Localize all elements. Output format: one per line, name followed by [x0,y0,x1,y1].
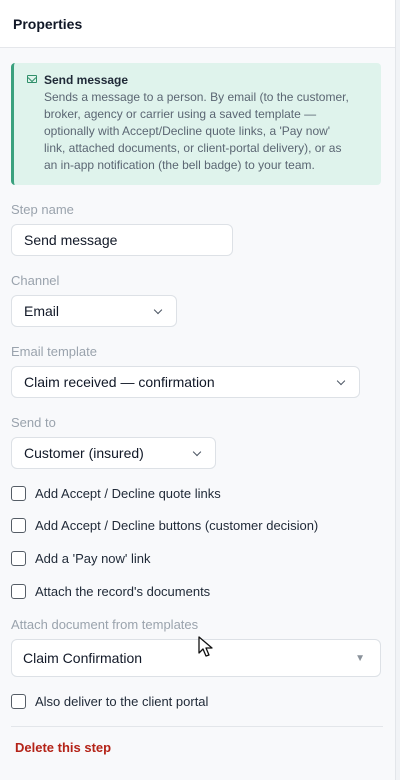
channel-label: Channel [11,273,60,288]
chevron-down-icon [153,305,163,314]
decision-buttons-checkbox[interactable] [11,518,26,533]
channel-value: Email [24,303,60,319]
quote-links-checkbox[interactable] [11,486,26,501]
attach-documents-checkbox[interactable] [11,584,26,599]
send-to-select[interactable]: Customer (insured) [11,437,216,469]
step-name-input[interactable]: Send message [11,224,233,256]
option-quote-links[interactable]: Add Accept / Decline quote links [11,486,221,501]
info-description-line: broker, agency or carrier using a saved … [44,107,317,121]
divider [11,726,383,727]
info-description-line: link, attached documents, or client-port… [44,141,342,155]
option-client-portal[interactable]: Also deliver to the client portal [11,694,208,709]
step-name-value: Send message [24,232,118,248]
delete-step-button[interactable]: Delete this step [15,740,111,755]
option-label: Add Accept / Decline quote links [35,486,221,501]
email-template-select[interactable]: Claim received — confirmation [11,366,360,398]
attach-template-value: Claim Confirmation [23,650,143,666]
info-description-line: optionally with Accept/Decline quote lin… [44,124,331,138]
option-label: Add Accept / Decline buttons (customer d… [35,518,319,533]
email-template-label: Email template [11,344,97,359]
properties-panel: Properties Send message Sends a message … [0,0,396,780]
chevron-down-icon [336,376,346,385]
pay-now-checkbox[interactable] [11,551,26,566]
info-title: Send message [44,73,129,87]
mouse-cursor-icon [198,636,213,657]
mail-icon [27,75,37,83]
option-pay-now-link[interactable]: Add a 'Pay now' link [11,551,151,566]
panel-title: Properties [0,0,395,48]
option-attach-documents[interactable]: Attach the record's documents [11,584,210,599]
attach-template-label: Attach document from templates [11,617,199,632]
step-info-callout: Send message Sends a message to a person… [11,63,381,185]
option-label: Attach the record's documents [35,584,211,599]
option-label: Add a 'Pay now' link [35,551,151,566]
client-portal-checkbox[interactable] [11,694,26,709]
channel-select[interactable]: Email [11,295,177,327]
send-to-label: Send to [11,415,56,430]
email-template-value: Claim received — confirmation [24,374,215,390]
info-description-line: an in-app notification (the bell badge) … [44,158,315,172]
info-description-line: Sends a message to a person. By email (t… [44,90,349,104]
attach-template-select[interactable]: Claim Confirmation ▼ [11,639,381,677]
option-decision-buttons[interactable]: Add Accept / Decline buttons (customer d… [11,518,318,533]
step-name-label: Step name [11,202,74,217]
dropdown-triangle-icon: ▼ [355,652,365,664]
chevron-down-icon [192,447,202,456]
option-label: Also deliver to the client portal [35,694,209,709]
send-to-value: Customer (insured) [24,445,144,461]
